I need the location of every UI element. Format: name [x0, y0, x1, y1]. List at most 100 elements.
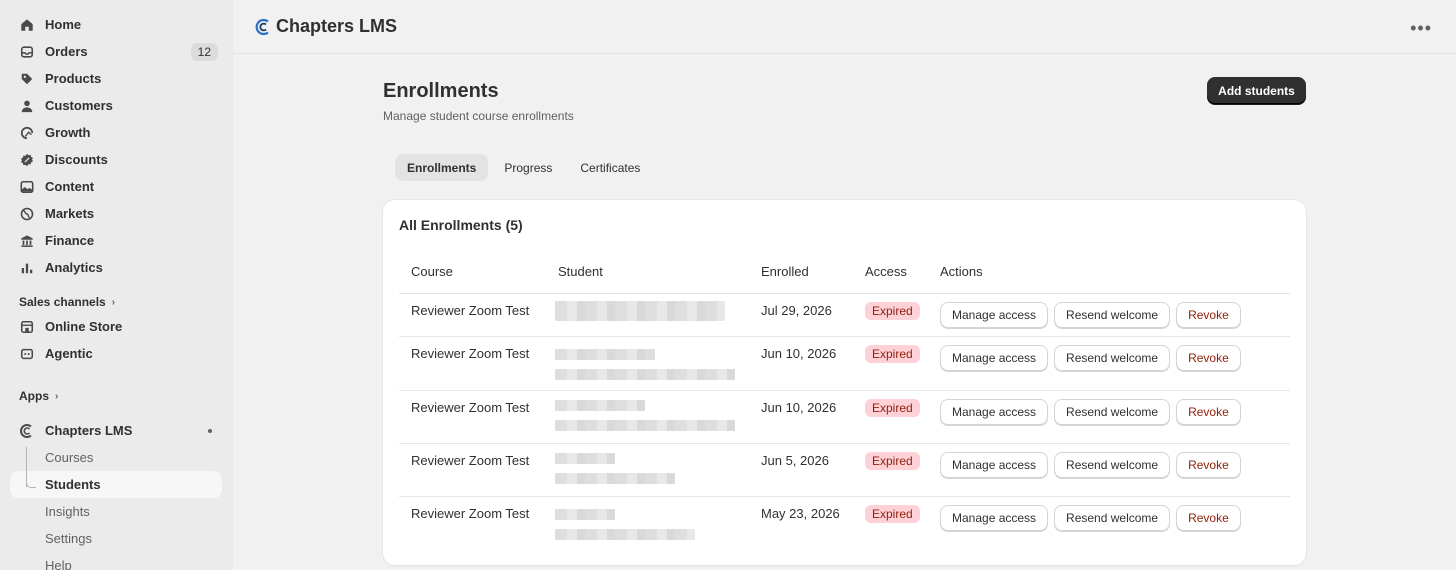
access-cell: Expired	[865, 452, 920, 470]
resend-welcome-button[interactable]: Resend welcome	[1054, 302, 1171, 328]
orders-count-badge: 12	[190, 42, 218, 61]
sidebar-item-discounts[interactable]: Discounts	[10, 146, 222, 173]
tree-arrow-icon	[26, 478, 36, 488]
sidebar-item-content[interactable]: Content	[10, 173, 222, 200]
actions-cell: Manage access Resend welcome Revoke	[940, 345, 1241, 371]
sidebar-subitem-insights[interactable]: Insights	[10, 498, 222, 525]
enrolled-date-cell: Jul 29, 2026	[761, 303, 832, 318]
column-header-access: Access	[865, 264, 907, 279]
student-cell-redacted	[555, 400, 735, 431]
enrolled-date-cell: Jun 5, 2026	[761, 453, 829, 468]
sidebar-app-chapters-lms[interactable]: Chapters LMS	[10, 417, 222, 444]
actions-cell: Manage access Resend welcome Revoke	[940, 452, 1241, 478]
resend-welcome-button[interactable]: Resend welcome	[1054, 345, 1171, 371]
manage-access-button[interactable]: Manage access	[940, 345, 1049, 371]
access-cell: Expired	[865, 505, 920, 523]
manage-access-button[interactable]: Manage access	[940, 505, 1049, 531]
access-cell: Expired	[865, 302, 920, 320]
sidebar-item-customers[interactable]: Customers	[10, 92, 222, 119]
person-icon	[19, 98, 35, 114]
tab-certificates[interactable]: Certificates	[568, 154, 652, 181]
add-students-button[interactable]: Add students	[1207, 77, 1306, 104]
course-cell: Reviewer Zoom Test	[411, 506, 530, 521]
more-options-icon[interactable]: •••	[1410, 18, 1432, 39]
globe-icon	[19, 206, 35, 222]
manage-access-button[interactable]: Manage access	[940, 399, 1049, 425]
status-badge: Expired	[865, 452, 920, 470]
sidebar-item-label: Analytics	[45, 260, 103, 275]
sidebar-item-analytics[interactable]: Analytics	[10, 254, 222, 281]
chapters-logo-icon	[255, 18, 269, 35]
sidebar-subitem-students[interactable]: Students	[10, 471, 222, 498]
column-header-actions: Actions	[940, 264, 983, 279]
course-cell: Reviewer Zoom Test	[411, 303, 530, 318]
revoke-button[interactable]: Revoke	[1176, 452, 1241, 478]
discount-icon	[19, 152, 35, 168]
student-cell-redacted	[555, 349, 735, 380]
table-row: Reviewer Zoom Test Jun 10, 2026 Expired …	[399, 337, 1290, 391]
sidebar-item-label: Content	[45, 179, 95, 194]
tab-progress[interactable]: Progress	[492, 154, 564, 181]
tab-bar: Enrollments Progress Certificates	[395, 154, 652, 181]
column-header-student: Student	[558, 264, 603, 279]
image-icon	[19, 179, 35, 195]
chevron-right-icon: ›	[111, 296, 116, 308]
table-header: Course Student Enrolled Access Actions	[399, 260, 1290, 294]
resend-welcome-button[interactable]: Resend welcome	[1054, 505, 1171, 531]
revoke-button[interactable]: Revoke	[1176, 302, 1241, 328]
sidebar-item-orders[interactable]: Orders 12	[10, 38, 222, 65]
revoke-button[interactable]: Revoke	[1176, 505, 1241, 531]
growth-icon	[19, 125, 35, 141]
sidebar-item-label: Discounts	[45, 152, 108, 167]
manage-access-button[interactable]: Manage access	[940, 452, 1049, 478]
sidebar-subitem-help[interactable]: Help	[10, 552, 222, 570]
course-cell: Reviewer Zoom Test	[411, 400, 530, 415]
resend-welcome-button[interactable]: Resend welcome	[1054, 399, 1171, 425]
sidebar: Home Orders 12 Products Customers Growth…	[0, 0, 233, 570]
column-header-enrolled: Enrolled	[761, 264, 809, 279]
sidebar-item-markets[interactable]: Markets	[10, 200, 222, 227]
sidebar-item-label: Growth	[45, 125, 91, 140]
tab-enrollments[interactable]: Enrollments	[395, 154, 489, 181]
page-header: Enrollments Manage student course enroll…	[383, 80, 574, 123]
enrolled-date-cell: Jun 10, 2026	[761, 346, 837, 361]
sidebar-item-label: Markets	[45, 206, 95, 221]
sidebar-item-growth[interactable]: Growth	[10, 119, 222, 146]
actions-cell: Manage access Resend welcome Revoke	[940, 302, 1241, 328]
sidebar-item-label: Home	[45, 17, 82, 32]
apps-heading[interactable]: Apps ›	[10, 385, 222, 407]
resend-welcome-button[interactable]: Resend welcome	[1054, 452, 1171, 478]
access-cell: Expired	[865, 345, 920, 363]
sidebar-item-label: Online Store	[45, 319, 123, 334]
bar-chart-icon	[19, 260, 35, 276]
manage-access-button[interactable]: Manage access	[940, 302, 1049, 328]
sales-channels-heading[interactable]: Sales channels ›	[10, 291, 222, 313]
sidebar-item-label: Finance	[45, 233, 95, 248]
revoke-button[interactable]: Revoke	[1176, 399, 1241, 425]
app-topbar: Chapters LMS •••	[233, 0, 1456, 54]
sidebar-subitem-settings[interactable]: Settings	[10, 525, 222, 552]
app-status-dot	[208, 428, 212, 433]
agent-icon	[19, 346, 35, 362]
status-badge: Expired	[865, 345, 920, 363]
sidebar-item-label: Products	[45, 71, 102, 86]
sidebar-item-agentic[interactable]: Agentic	[10, 340, 222, 367]
table-row: Reviewer Zoom Test Jul 29, 2026 Expired …	[399, 294, 1290, 337]
sidebar-subitem-courses[interactable]: Courses	[10, 444, 222, 471]
page-subtitle: Manage student course enrollments	[383, 109, 574, 123]
sidebar-item-home[interactable]: Home	[10, 11, 222, 38]
status-badge: Expired	[865, 302, 920, 320]
sidebar-item-finance[interactable]: Finance	[10, 227, 222, 254]
sidebar-item-online-store[interactable]: Online Store	[10, 313, 222, 340]
table-row: Reviewer Zoom Test Jun 10, 2026 Expired …	[399, 391, 1290, 444]
sidebar-item-products[interactable]: Products	[10, 65, 222, 92]
inbox-icon	[19, 44, 35, 60]
enrolled-date-cell: May 23, 2026	[761, 506, 840, 521]
status-badge: Expired	[865, 399, 920, 417]
home-icon	[19, 17, 35, 33]
app-title: Chapters LMS	[276, 16, 398, 36]
revoke-button[interactable]: Revoke	[1176, 345, 1241, 371]
page-title: Enrollments	[383, 80, 499, 102]
access-cell: Expired	[865, 399, 920, 417]
enrolled-date-cell: Jun 10, 2026	[761, 400, 837, 415]
